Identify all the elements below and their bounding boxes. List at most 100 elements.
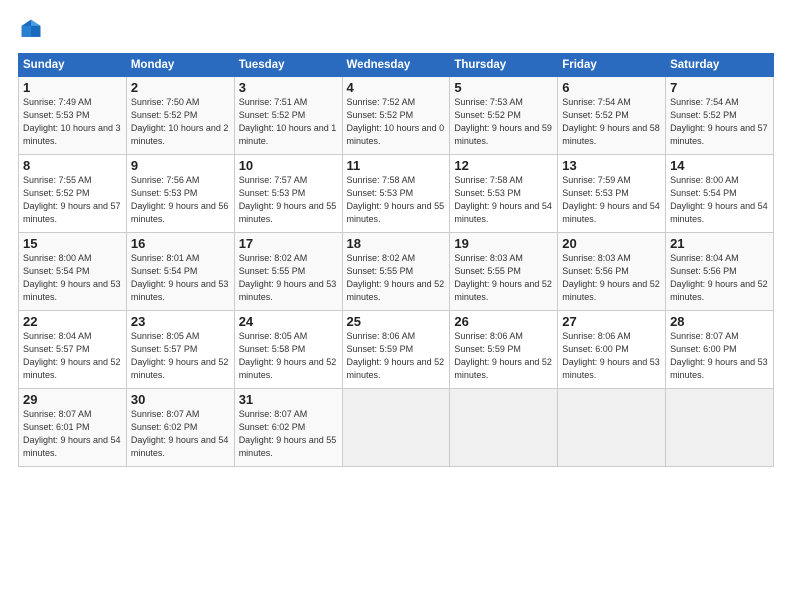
week-row-2: 8Sunrise: 7:55 AMSunset: 5:52 PMDaylight…	[19, 155, 774, 233]
day-number: 1	[23, 80, 122, 95]
day-cell: 14Sunrise: 8:00 AMSunset: 5:54 PMDayligh…	[666, 155, 774, 233]
day-cell	[558, 389, 666, 467]
week-row-3: 15Sunrise: 8:00 AMSunset: 5:54 PMDayligh…	[19, 233, 774, 311]
logo	[18, 18, 42, 45]
day-cell: 8Sunrise: 7:55 AMSunset: 5:52 PMDaylight…	[19, 155, 127, 233]
day-number: 10	[239, 158, 338, 173]
day-cell: 2Sunrise: 7:50 AMSunset: 5:52 PMDaylight…	[126, 77, 234, 155]
day-info: Sunrise: 8:05 AMSunset: 5:58 PMDaylight:…	[239, 330, 338, 382]
day-number: 11	[347, 158, 446, 173]
header-cell-monday: Monday	[126, 54, 234, 77]
day-info: Sunrise: 7:53 AMSunset: 5:52 PMDaylight:…	[454, 96, 553, 148]
day-number: 4	[347, 80, 446, 95]
day-number: 27	[562, 314, 661, 329]
day-info: Sunrise: 8:00 AMSunset: 5:54 PMDaylight:…	[670, 174, 769, 226]
calendar-header-row: SundayMondayTuesdayWednesdayThursdayFrid…	[19, 54, 774, 77]
day-number: 29	[23, 392, 122, 407]
day-cell: 10Sunrise: 7:57 AMSunset: 5:53 PMDayligh…	[234, 155, 342, 233]
day-info: Sunrise: 8:06 AMSunset: 6:00 PMDaylight:…	[562, 330, 661, 382]
day-info: Sunrise: 8:06 AMSunset: 5:59 PMDaylight:…	[454, 330, 553, 382]
day-cell: 17Sunrise: 8:02 AMSunset: 5:55 PMDayligh…	[234, 233, 342, 311]
day-number: 20	[562, 236, 661, 251]
day-info: Sunrise: 7:51 AMSunset: 5:52 PMDaylight:…	[239, 96, 338, 148]
day-number: 14	[670, 158, 769, 173]
header-cell-thursday: Thursday	[450, 54, 558, 77]
day-cell: 16Sunrise: 8:01 AMSunset: 5:54 PMDayligh…	[126, 233, 234, 311]
day-info: Sunrise: 7:50 AMSunset: 5:52 PMDaylight:…	[131, 96, 230, 148]
day-info: Sunrise: 8:07 AMSunset: 6:02 PMDaylight:…	[239, 408, 338, 460]
day-cell: 19Sunrise: 8:03 AMSunset: 5:55 PMDayligh…	[450, 233, 558, 311]
day-cell: 22Sunrise: 8:04 AMSunset: 5:57 PMDayligh…	[19, 311, 127, 389]
day-cell: 25Sunrise: 8:06 AMSunset: 5:59 PMDayligh…	[342, 311, 450, 389]
day-cell: 21Sunrise: 8:04 AMSunset: 5:56 PMDayligh…	[666, 233, 774, 311]
day-number: 25	[347, 314, 446, 329]
day-cell: 11Sunrise: 7:58 AMSunset: 5:53 PMDayligh…	[342, 155, 450, 233]
day-cell: 20Sunrise: 8:03 AMSunset: 5:56 PMDayligh…	[558, 233, 666, 311]
day-number: 17	[239, 236, 338, 251]
day-number: 13	[562, 158, 661, 173]
day-info: Sunrise: 8:07 AMSunset: 6:02 PMDaylight:…	[131, 408, 230, 460]
day-info: Sunrise: 8:02 AMSunset: 5:55 PMDaylight:…	[239, 252, 338, 304]
day-info: Sunrise: 7:55 AMSunset: 5:52 PMDaylight:…	[23, 174, 122, 226]
day-info: Sunrise: 8:02 AMSunset: 5:55 PMDaylight:…	[347, 252, 446, 304]
day-cell: 7Sunrise: 7:54 AMSunset: 5:52 PMDaylight…	[666, 77, 774, 155]
day-info: Sunrise: 7:54 AMSunset: 5:52 PMDaylight:…	[562, 96, 661, 148]
week-row-5: 29Sunrise: 8:07 AMSunset: 6:01 PMDayligh…	[19, 389, 774, 467]
day-number: 31	[239, 392, 338, 407]
day-info: Sunrise: 8:04 AMSunset: 5:57 PMDaylight:…	[23, 330, 122, 382]
day-number: 9	[131, 158, 230, 173]
day-number: 7	[670, 80, 769, 95]
header-cell-friday: Friday	[558, 54, 666, 77]
day-cell: 3Sunrise: 7:51 AMSunset: 5:52 PMDaylight…	[234, 77, 342, 155]
day-info: Sunrise: 8:05 AMSunset: 5:57 PMDaylight:…	[131, 330, 230, 382]
day-cell: 28Sunrise: 8:07 AMSunset: 6:00 PMDayligh…	[666, 311, 774, 389]
day-cell: 29Sunrise: 8:07 AMSunset: 6:01 PMDayligh…	[19, 389, 127, 467]
day-info: Sunrise: 7:56 AMSunset: 5:53 PMDaylight:…	[131, 174, 230, 226]
day-info: Sunrise: 8:07 AMSunset: 6:01 PMDaylight:…	[23, 408, 122, 460]
day-cell: 4Sunrise: 7:52 AMSunset: 5:52 PMDaylight…	[342, 77, 450, 155]
day-cell: 30Sunrise: 8:07 AMSunset: 6:02 PMDayligh…	[126, 389, 234, 467]
day-cell: 15Sunrise: 8:00 AMSunset: 5:54 PMDayligh…	[19, 233, 127, 311]
day-cell: 27Sunrise: 8:06 AMSunset: 6:00 PMDayligh…	[558, 311, 666, 389]
day-cell: 9Sunrise: 7:56 AMSunset: 5:53 PMDaylight…	[126, 155, 234, 233]
day-number: 5	[454, 80, 553, 95]
day-number: 22	[23, 314, 122, 329]
header-cell-tuesday: Tuesday	[234, 54, 342, 77]
day-info: Sunrise: 8:07 AMSunset: 6:00 PMDaylight:…	[670, 330, 769, 382]
day-number: 28	[670, 314, 769, 329]
header-cell-saturday: Saturday	[666, 54, 774, 77]
day-number: 21	[670, 236, 769, 251]
day-number: 16	[131, 236, 230, 251]
header-cell-wednesday: Wednesday	[342, 54, 450, 77]
day-cell: 5Sunrise: 7:53 AMSunset: 5:52 PMDaylight…	[450, 77, 558, 155]
day-cell: 12Sunrise: 7:58 AMSunset: 5:53 PMDayligh…	[450, 155, 558, 233]
day-info: Sunrise: 7:57 AMSunset: 5:53 PMDaylight:…	[239, 174, 338, 226]
day-info: Sunrise: 7:49 AMSunset: 5:53 PMDaylight:…	[23, 96, 122, 148]
day-cell: 13Sunrise: 7:59 AMSunset: 5:53 PMDayligh…	[558, 155, 666, 233]
day-cell	[450, 389, 558, 467]
day-cell: 6Sunrise: 7:54 AMSunset: 5:52 PMDaylight…	[558, 77, 666, 155]
calendar-table: SundayMondayTuesdayWednesdayThursdayFrid…	[18, 53, 774, 467]
logo-icon	[20, 18, 42, 40]
day-info: Sunrise: 8:03 AMSunset: 5:56 PMDaylight:…	[562, 252, 661, 304]
day-number: 19	[454, 236, 553, 251]
calendar-body: 1Sunrise: 7:49 AMSunset: 5:53 PMDaylight…	[19, 77, 774, 467]
day-cell	[342, 389, 450, 467]
day-info: Sunrise: 7:52 AMSunset: 5:52 PMDaylight:…	[347, 96, 446, 148]
day-cell: 18Sunrise: 8:02 AMSunset: 5:55 PMDayligh…	[342, 233, 450, 311]
day-number: 3	[239, 80, 338, 95]
week-row-1: 1Sunrise: 7:49 AMSunset: 5:53 PMDaylight…	[19, 77, 774, 155]
day-cell: 24Sunrise: 8:05 AMSunset: 5:58 PMDayligh…	[234, 311, 342, 389]
day-number: 26	[454, 314, 553, 329]
header	[18, 18, 774, 45]
calendar-page: SundayMondayTuesdayWednesdayThursdayFrid…	[0, 0, 792, 612]
day-info: Sunrise: 7:58 AMSunset: 5:53 PMDaylight:…	[347, 174, 446, 226]
day-info: Sunrise: 8:03 AMSunset: 5:55 PMDaylight:…	[454, 252, 553, 304]
day-info: Sunrise: 8:04 AMSunset: 5:56 PMDaylight:…	[670, 252, 769, 304]
header-cell-sunday: Sunday	[19, 54, 127, 77]
day-info: Sunrise: 7:59 AMSunset: 5:53 PMDaylight:…	[562, 174, 661, 226]
day-number: 30	[131, 392, 230, 407]
day-info: Sunrise: 8:00 AMSunset: 5:54 PMDaylight:…	[23, 252, 122, 304]
day-cell: 23Sunrise: 8:05 AMSunset: 5:57 PMDayligh…	[126, 311, 234, 389]
day-cell: 31Sunrise: 8:07 AMSunset: 6:02 PMDayligh…	[234, 389, 342, 467]
